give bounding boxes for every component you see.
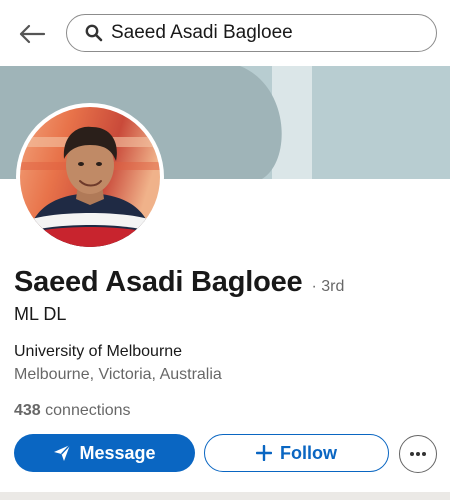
send-icon	[53, 444, 71, 462]
search-icon	[85, 23, 105, 43]
connections-count[interactable]: 438 connections	[14, 402, 131, 420]
follow-label: Follow	[280, 442, 337, 463]
search-bar[interactable]: Saeed Asadi Bagloee	[66, 14, 437, 52]
profile-name: Saeed Asadi Bagloee	[14, 266, 303, 298]
section-divider	[0, 492, 450, 500]
name-row: Saeed Asadi Bagloee · 3rd	[14, 266, 344, 299]
message-label: Message	[79, 442, 156, 463]
connections-label: connections	[40, 402, 131, 419]
more-actions-button[interactable]	[399, 435, 437, 473]
profile-school[interactable]: University of Melbourne	[14, 343, 182, 361]
follow-button[interactable]: Follow	[204, 434, 389, 472]
profile-avatar[interactable]	[16, 103, 164, 251]
more-icon	[410, 452, 426, 456]
connections-number: 438	[14, 402, 41, 419]
plus-icon	[256, 445, 272, 461]
back-button[interactable]	[16, 18, 48, 50]
profile-headline: ML DL	[14, 304, 67, 324]
search-query[interactable]: Saeed Asadi Bagloee	[111, 22, 293, 44]
back-arrow-icon	[19, 24, 46, 44]
profile-location: Melbourne, Victoria, Australia	[14, 366, 222, 383]
profile-photo	[20, 107, 160, 247]
message-button[interactable]: Message	[14, 434, 195, 472]
top-bar: Saeed Asadi Bagloee	[0, 0, 450, 66]
connection-degree: · 3rd	[311, 278, 345, 295]
